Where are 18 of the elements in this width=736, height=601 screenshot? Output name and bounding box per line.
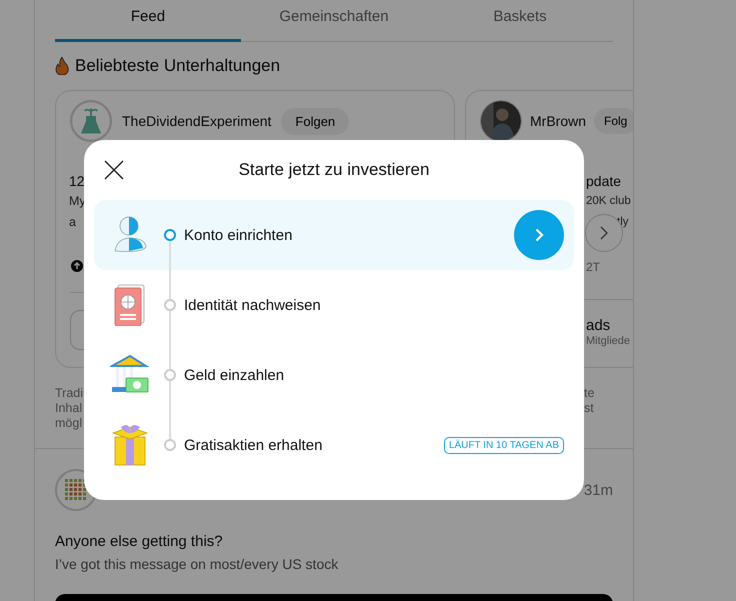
step-label: Konto einrichten (184, 226, 294, 244)
post-excerpt: 20K club (586, 194, 632, 209)
dialog-title: Starte jetzt zu investieren (238, 160, 430, 180)
step-label: Gratisaktien erhalten (184, 436, 324, 454)
post-excerpt: a (69, 214, 77, 231)
post-title: Anyone else getting this? (55, 533, 224, 550)
post-time: 31m (584, 482, 613, 498)
step-label: Geld einzahlen (184, 366, 286, 384)
post-time: 2T (586, 260, 600, 274)
post-excerpt: I’ve got this message on most/every US stock (55, 556, 340, 572)
step-label: Identität nachweisen (184, 296, 322, 314)
expiry-badge: LÄUFT IN 10 TAGEN AB (444, 436, 564, 454)
disclaimer-text: te st (584, 386, 596, 417)
section-title: Beliebteste Unterhaltungen (75, 56, 280, 76)
post-title: pdate (586, 172, 622, 191)
member-count: Mitgliede (586, 335, 632, 347)
disclaimer-text: Tradi Inhal mögl (55, 386, 84, 432)
post-title: 12 (69, 172, 86, 191)
